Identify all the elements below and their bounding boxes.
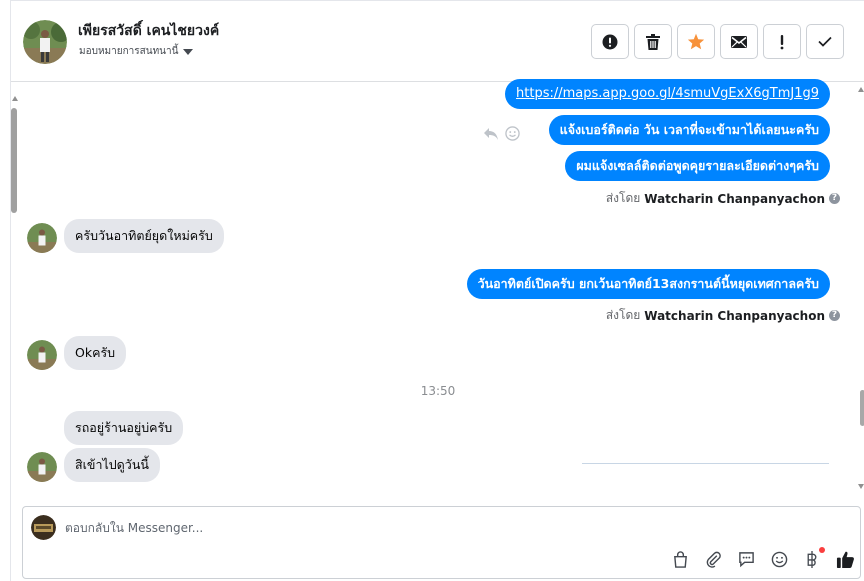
contact-avatar[interactable]	[27, 340, 57, 370]
attach-file-button[interactable]	[703, 549, 723, 569]
mark-done-button[interactable]	[806, 24, 844, 59]
message-incoming[interactable]: Okครับ	[64, 336, 127, 370]
message-outgoing[interactable]: ผมแจ้งเซลล์ติดต่อพูดคุยรายละเอียดต่างๆคร…	[565, 151, 830, 181]
sent-by-info: ส่งโดย Watcharin Chanpanyachon ?	[606, 306, 840, 325]
alert-circle-icon	[602, 34, 618, 49]
sent-by-info: ส่งโดย Watcharin Chanpanyachon ?	[606, 189, 840, 208]
reply-input[interactable]	[65, 517, 665, 539]
message-hover-actions	[483, 126, 520, 141]
divider	[582, 463, 829, 464]
page-avatar	[31, 515, 56, 540]
conversation-panel: เพียรสวัสดิ์ เคนไชยวงค์ มอบหมายการสนทนาน…	[10, 0, 864, 581]
chat-bubble-icon	[738, 551, 754, 567]
follow-up-button[interactable]	[763, 24, 801, 59]
sent-by-prefix: ส่งโดย	[605, 191, 641, 205]
message-scrollbar[interactable]	[857, 84, 864, 494]
like-button[interactable]	[835, 549, 855, 569]
reply-composer	[22, 506, 861, 579]
contact-avatar[interactable]	[27, 223, 57, 253]
notification-dot	[819, 547, 825, 553]
scrollbar-thumb[interactable]	[11, 108, 17, 213]
star-icon	[687, 33, 705, 50]
caret-down-icon	[183, 48, 194, 55]
checkmark-icon	[818, 36, 832, 47]
shopping-bag-button[interactable]	[670, 549, 690, 569]
envelope-icon	[731, 35, 747, 48]
exclamation-icon	[780, 34, 784, 49]
scroll-up-arrow-icon[interactable]	[12, 96, 18, 101]
mark-unread-button[interactable]	[720, 24, 758, 59]
conversation-actions	[591, 24, 844, 59]
baht-icon	[807, 550, 817, 568]
emoji-react-icon[interactable]	[505, 126, 520, 141]
assign-conversation-dropdown[interactable]: มอบหมายการสนทนานี้	[79, 44, 194, 59]
emoji-icon	[771, 551, 787, 567]
emoji-button[interactable]	[769, 549, 789, 569]
saved-replies-button[interactable]	[736, 549, 756, 569]
paperclip-icon	[706, 551, 721, 568]
reply-icon[interactable]	[483, 127, 499, 141]
scroll-down-arrow-icon[interactable]	[858, 484, 864, 489]
contact-name[interactable]: เพียรสวัสดิ์ เคนไชยวงค์	[78, 20, 219, 42]
shopping-bag-icon	[673, 550, 687, 568]
payment-button[interactable]	[802, 547, 825, 569]
sender-name: Watcharin Chanpanyachon	[644, 191, 825, 206]
trash-icon	[646, 33, 660, 50]
left-scrollbar[interactable]	[11, 96, 19, 226]
sent-by-prefix: ส่งโดย	[605, 308, 641, 322]
contact-avatar[interactable]	[23, 20, 67, 64]
conversation-header: เพียรสวัสดิ์ เคนไชยวงค์ มอบหมายการสนทนาน…	[11, 0, 864, 82]
message-incoming[interactable]: ครับวันอาทิตย์ยุดใหม่ครับ	[64, 219, 224, 253]
help-question-icon[interactable]: ?	[829, 310, 840, 321]
message-link[interactable]: https://maps.app.goo.gl/4smuVgExX6gTmJ1g…	[505, 79, 830, 109]
message-outgoing[interactable]: แจ้งเบอร์ติดต่อ วัน เวลาที่จะเข้ามาได้เล…	[548, 115, 830, 145]
star-button[interactable]	[677, 24, 715, 59]
mark-spam-button[interactable]	[591, 24, 629, 59]
composer-tools	[670, 547, 855, 569]
sender-name: Watcharin Chanpanyachon	[644, 308, 825, 323]
message-incoming[interactable]: สิเข้าไปดูวันนี้	[64, 448, 160, 482]
message-timestamp: 13:50	[420, 384, 456, 398]
help-question-icon[interactable]: ?	[829, 193, 840, 204]
thumbs-up-icon	[836, 551, 854, 568]
scroll-up-arrow-icon[interactable]	[858, 87, 864, 92]
delete-button[interactable]	[634, 24, 672, 59]
message-incoming[interactable]: รถอยู่ร้านอยู่บ่ครับ	[64, 411, 184, 445]
message-outgoing[interactable]: วันอาทิตย์เปิดครับ ยกเว้นอาทิตย์13สงกราน…	[466, 269, 830, 299]
assign-label: มอบหมายการสนทนานี้	[79, 46, 179, 57]
contact-avatar[interactable]	[27, 452, 57, 482]
